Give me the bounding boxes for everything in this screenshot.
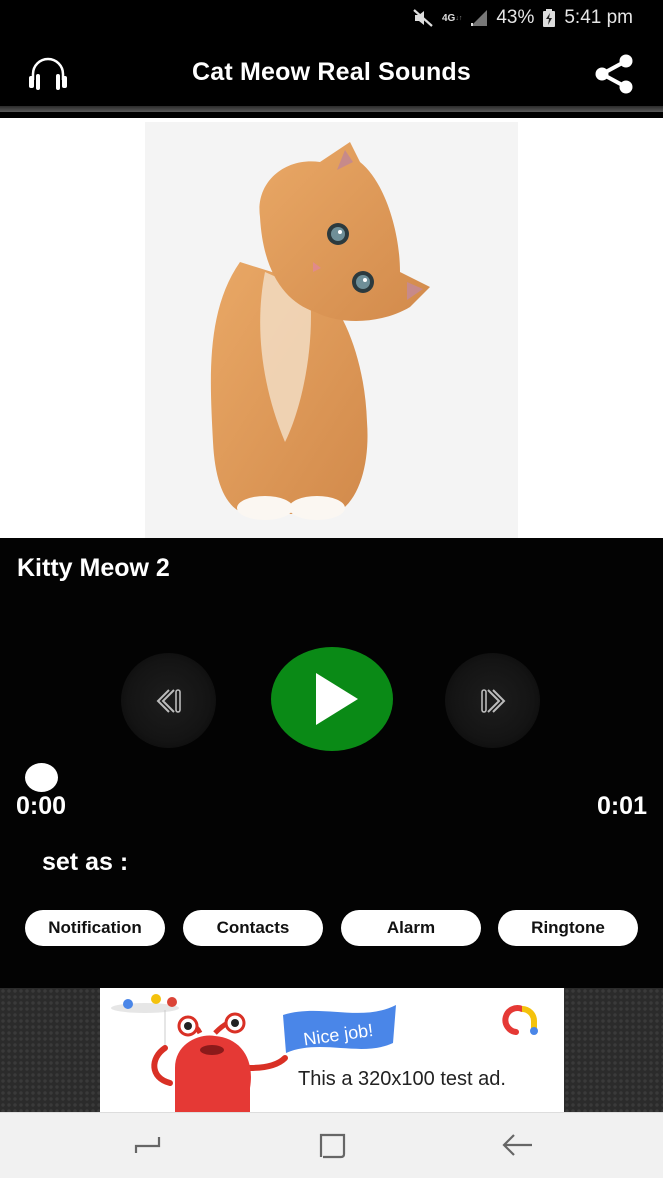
image-area (0, 118, 663, 538)
share-icon (595, 54, 633, 94)
battery-percent: 43% (496, 7, 535, 28)
set-as-ringtone-button[interactable]: Ringtone (498, 910, 638, 946)
home-button[interactable] (313, 1129, 353, 1161)
recents-icon (134, 1137, 161, 1153)
app-bar-shadow (0, 106, 663, 112)
mute-icon (412, 8, 434, 28)
app-bar: Cat Meow Real Sounds (0, 36, 663, 112)
ad-body-text: This a 320x100 test ad. (298, 1068, 506, 1090)
kitten-image (145, 122, 518, 538)
status-bar: 4G ↓↑ 43% 5:41 pm (0, 0, 663, 36)
set-as-label: set as : (42, 848, 129, 876)
previous-track-button[interactable] (121, 653, 216, 748)
ad-monster-illustration (111, 994, 288, 1112)
total-time: 0:01 (596, 792, 647, 820)
share-button[interactable] (592, 54, 638, 94)
skip-previous-icon (156, 688, 181, 713)
network-4g-icon: 4G ↓↑ (441, 12, 463, 24)
current-time: 0:00 (16, 792, 67, 820)
back-icon (502, 1134, 532, 1156)
network-type: 4G (441, 12, 456, 24)
skip-next-icon (480, 688, 505, 713)
set-as-notification-button[interactable]: Notification (25, 910, 165, 946)
back-button[interactable] (498, 1129, 538, 1161)
kitten-illustration (210, 142, 430, 520)
battery-charging-icon (542, 8, 556, 28)
player-panel: Kitty Meow 2 0:00 0:01 set as : Notifica… (0, 538, 663, 988)
signal-icon (470, 9, 488, 27)
system-nav-bar (0, 1112, 663, 1178)
ad-strip: Nice job! This a 320x100 test ad. (0, 988, 663, 1112)
set-as-alarm-button[interactable]: Alarm (341, 910, 481, 946)
ad-flag: Nice job! (281, 1003, 401, 1067)
set-as-contacts-button[interactable]: Contacts (183, 910, 323, 946)
recents-button[interactable] (128, 1129, 168, 1161)
clock: 5:41 pm (564, 7, 633, 28)
play-button[interactable] (271, 647, 393, 751)
app-title: Cat Meow Real Sounds (191, 58, 472, 86)
admob-logo-icon (502, 1005, 538, 1035)
ad-banner[interactable]: Nice job! This a 320x100 test ad. (100, 988, 564, 1112)
play-icon (316, 673, 358, 725)
next-track-button[interactable] (445, 653, 540, 748)
track-title: Kitty Meow 2 (17, 554, 170, 582)
seek-bar-thumb[interactable] (25, 763, 58, 792)
home-icon (319, 1133, 346, 1159)
